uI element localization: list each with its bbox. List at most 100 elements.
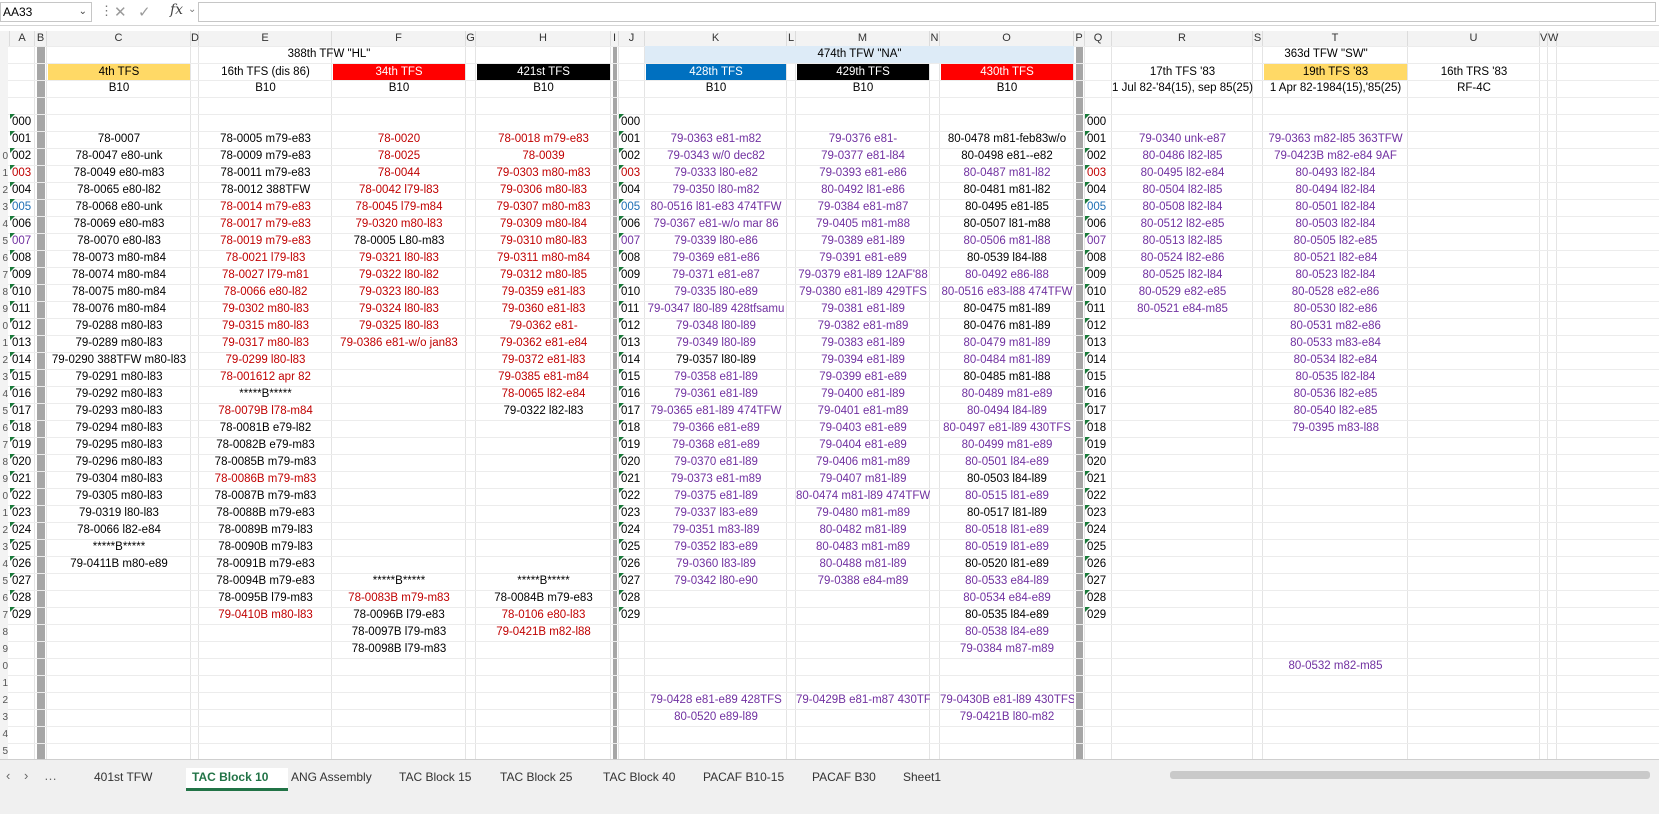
- data-cell[interactable]: 80-0494 l84-l89: [940, 403, 1074, 420]
- data-cell[interactable]: 80-0518 l81-e89: [940, 522, 1074, 539]
- data-cell[interactable]: 79-0342 l80-e90: [645, 573, 787, 590]
- data-cell[interactable]: 79-0288 m80-l83: [47, 318, 191, 335]
- data-cell[interactable]: 78-0084B m79-e83: [476, 590, 611, 607]
- data-cell[interactable]: 79-0359 e81-l83: [476, 284, 611, 301]
- data-cell[interactable]: 79-0309 m80-l84: [476, 216, 611, 233]
- row-header[interactable]: 6: [0, 250, 8, 267]
- data-cell[interactable]: 79-0386 e81-w/o jan83: [332, 335, 466, 352]
- data-cell[interactable]: 79-0363 m82-l85 363TFW: [1263, 131, 1408, 148]
- data-cell[interactable]: 79-0322 l82-l83: [476, 403, 611, 420]
- data-cell[interactable]: 79-0304 m80-l83: [47, 471, 191, 488]
- row-header[interactable]: 3: [0, 369, 8, 386]
- data-cell[interactable]: 78-0097B l79-m83: [332, 624, 466, 641]
- data-cell[interactable]: 79-0383 e81-l89: [796, 335, 930, 352]
- data-cell[interactable]: 79-0389 e81-l89: [796, 233, 930, 250]
- data-cell[interactable]: 79-0382 e81-m89: [796, 318, 930, 335]
- data-cell[interactable]: 78-0066 e80-l82: [199, 284, 332, 301]
- data-cell[interactable]: 78-0014 m79-e83: [199, 199, 332, 216]
- data-cell[interactable]: 78-0081B e79-l82: [199, 420, 332, 437]
- data-cell[interactable]: 80-0478 m81-feb83w/o: [940, 131, 1074, 148]
- data-cell[interactable]: 80-0516 e83-l88 474TFW: [940, 284, 1074, 301]
- data-cell[interactable]: 79-0393 e81-e86: [796, 165, 930, 182]
- data-cell[interactable]: 79-0379 e81-l89 12AF'88: [796, 267, 930, 284]
- data-cell[interactable]: 79-0403 e81-e89: [796, 420, 930, 437]
- row-header[interactable]: 1: [0, 165, 8, 182]
- row-header[interactable]: 5: [0, 743, 8, 759]
- data-cell[interactable]: 78-0017 m79-e83: [199, 216, 332, 233]
- data-cell[interactable]: 79-0357 l80-l89: [645, 352, 787, 369]
- data-cell[interactable]: 80-0517 l81-l89: [940, 505, 1074, 522]
- data-cell[interactable]: 80-0503 l84-l89: [940, 471, 1074, 488]
- data-cell[interactable]: 79-0358 e81-l89: [645, 369, 787, 386]
- data-cell[interactable]: 79-0372 e81-l83: [476, 352, 611, 369]
- data-cell[interactable]: 78-0009 m79-e83: [199, 148, 332, 165]
- column-header[interactable]: M: [796, 31, 930, 46]
- data-cell[interactable]: 79-0321 l80-l83: [332, 250, 466, 267]
- row-header[interactable]: 9: [0, 641, 8, 658]
- data-cell[interactable]: *****B*****: [476, 573, 611, 590]
- data-cell[interactable]: 79-0305 m80-l83: [47, 488, 191, 505]
- data-cell[interactable]: 78-0066 l82-e84: [47, 522, 191, 539]
- data-cell[interactable]: 78-0012 388TFW: [199, 182, 332, 199]
- data-cell[interactable]: 80-0540 l82-e85: [1263, 403, 1408, 420]
- column-header[interactable]: D: [191, 31, 199, 46]
- data-cell[interactable]: 79-0348 l80-l89: [645, 318, 787, 335]
- data-cell[interactable]: 80-0489 m81-e89: [940, 386, 1074, 403]
- data-cell[interactable]: 78-0068 e80-unk: [47, 199, 191, 216]
- data-cell[interactable]: 80-0533 m83-e84: [1263, 335, 1408, 352]
- data-cell[interactable]: 80-0532 m82-m85: [1263, 658, 1408, 675]
- data-cell[interactable]: 79-0335 l80-e89: [645, 284, 787, 301]
- data-cell[interactable]: 79-0381 e81-l89: [796, 301, 930, 318]
- data-cell[interactable]: 80-0492 e86-l88: [940, 267, 1074, 284]
- sheet-tab[interactable]: PACAF B10-15: [697, 768, 807, 788]
- data-cell[interactable]: 80-0521 e84-m85: [1112, 301, 1253, 318]
- data-cell[interactable]: 78-0019 m79-e83: [199, 233, 332, 250]
- data-cell[interactable]: 79-0310 m80-l83: [476, 233, 611, 250]
- sheet-tab[interactable]: TAC Block 15: [393, 768, 495, 788]
- data-cell[interactable]: 79-0366 e81-e89: [645, 420, 787, 437]
- data-cell[interactable]: 80-0539 l84-l88: [940, 250, 1074, 267]
- row-header[interactable]: 3: [0, 709, 8, 726]
- data-cell[interactable]: 79-0385 e81-m84: [476, 369, 611, 386]
- data-cell[interactable]: 80-0528 e82-e86: [1263, 284, 1408, 301]
- data-cell[interactable]: 79-0320 m80-l83: [332, 216, 466, 233]
- data-cell[interactable]: 80-0521 l82-e84: [1263, 250, 1408, 267]
- data-cell[interactable]: 79-0325 l80-l83: [332, 318, 466, 335]
- data-cell[interactable]: 80-0505 l82-e85: [1263, 233, 1408, 250]
- data-cell[interactable]: 79-0362 e81-: [476, 318, 611, 335]
- data-cell[interactable]: 78-0020: [332, 131, 466, 148]
- column-header[interactable]: T: [1263, 31, 1408, 46]
- data-cell[interactable]: 79-0430B e81-l89 430TFS: [940, 692, 1074, 709]
- data-cell[interactable]: 79-0375 e81-l89: [645, 488, 787, 505]
- data-cell[interactable]: 79-0376 e81-: [796, 131, 930, 148]
- data-cell[interactable]: 79-0367 e81-w/o mar 86: [645, 216, 787, 233]
- row-header[interactable]: 2: [0, 522, 8, 539]
- data-cell[interactable]: 80-0515 l81-e89: [940, 488, 1074, 505]
- data-cell[interactable]: 79-0339 l80-e86: [645, 233, 787, 250]
- data-cell[interactable]: 80-0474 m81-l89 474TFW: [796, 488, 930, 505]
- data-cell[interactable]: 78-0096B l79-e83: [332, 607, 466, 624]
- row-header[interactable]: 2: [0, 352, 8, 369]
- data-cell[interactable]: 79-0380 e81-l89 429TFS: [796, 284, 930, 301]
- data-cell[interactable]: 79-0428 e81-e89 428TFS: [645, 692, 787, 709]
- enter-icon[interactable]: ✓: [138, 3, 151, 21]
- data-cell[interactable]: 80-0497 e81-l89 430TFS: [940, 420, 1074, 437]
- data-cell[interactable]: 80-0524 l82-e86: [1112, 250, 1253, 267]
- data-cell[interactable]: 78-0106 e80-l83: [476, 607, 611, 624]
- data-cell[interactable]: 78-0011 m79-e83: [199, 165, 332, 182]
- row-header[interactable]: 1: [0, 675, 8, 692]
- data-cell[interactable]: 80-0503 l82-l84: [1263, 216, 1408, 233]
- data-cell[interactable]: 80-0479 m81-l89: [940, 335, 1074, 352]
- column-header[interactable]: W: [1548, 31, 1558, 46]
- data-cell[interactable]: 78-0082B e79-m83: [199, 437, 332, 454]
- data-cell[interactable]: 78-0005 L80-m83: [332, 233, 466, 250]
- data-cell[interactable]: 78-0076 m80-m84: [47, 301, 191, 318]
- row-header[interactable]: 5: [0, 573, 8, 590]
- data-cell[interactable]: 80-0495 l82-e84: [1112, 165, 1253, 182]
- data-cell[interactable]: 78-0091B m79-e83: [199, 556, 332, 573]
- data-cell[interactable]: 79-0307 m80-m83: [476, 199, 611, 216]
- sheet-tab[interactable]: TAC Block 10: [186, 768, 288, 791]
- data-cell[interactable]: 79-0400 e81-l89: [796, 386, 930, 403]
- sheet-tab[interactable]: TAC Block 40: [597, 768, 701, 788]
- data-cell[interactable]: 79-0289 m80-l83: [47, 335, 191, 352]
